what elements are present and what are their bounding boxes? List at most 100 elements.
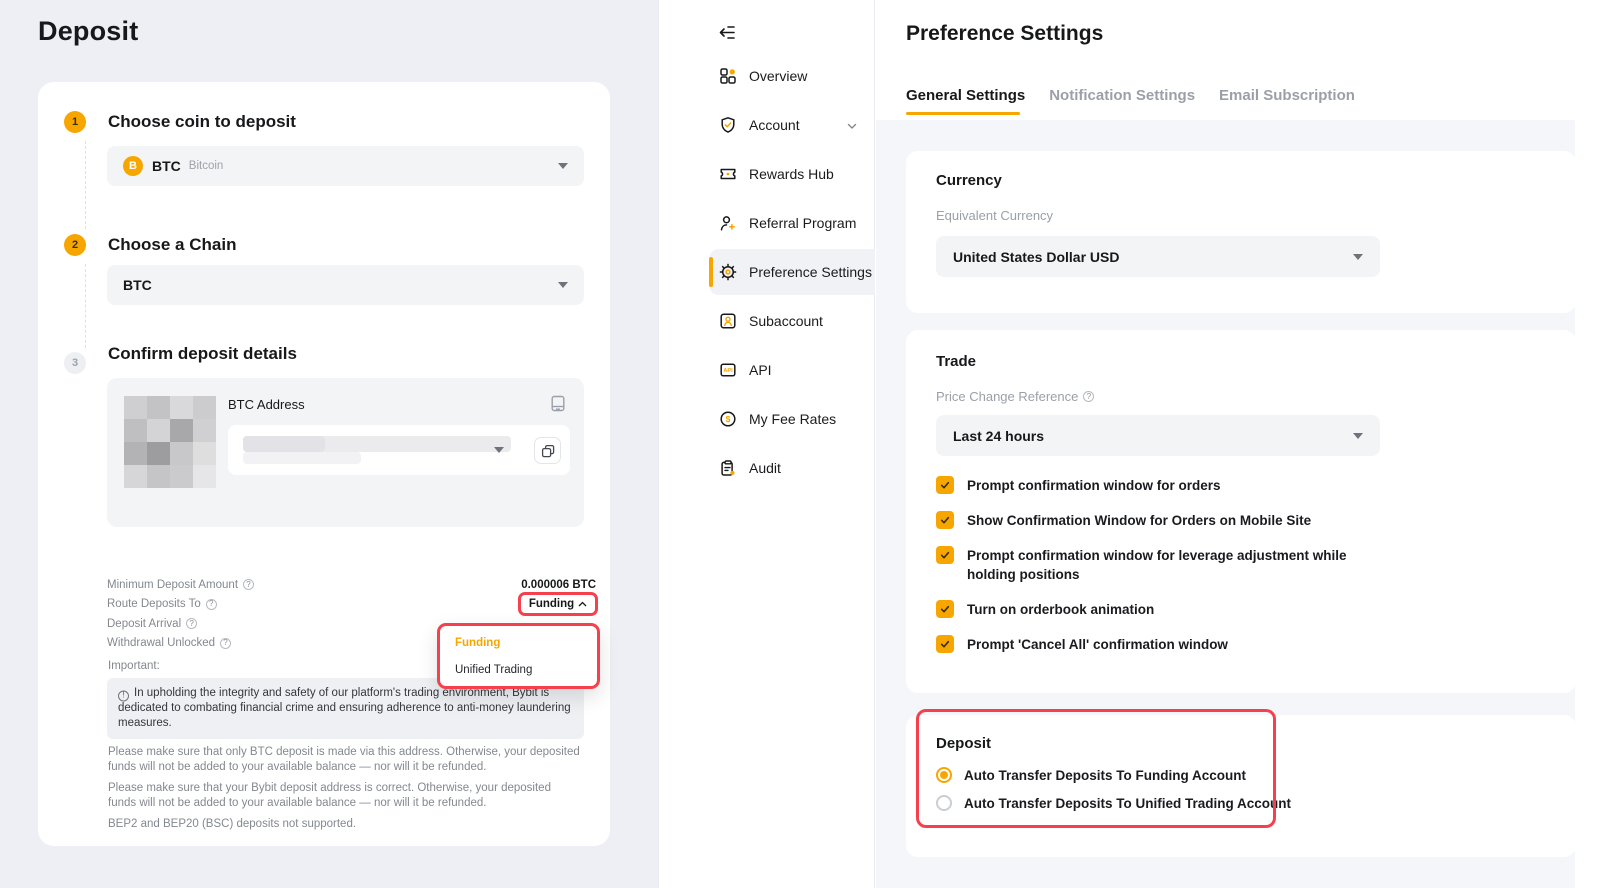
deposit-flow-card: 1 Choose coin to deposit B BTC Bitcoin 2… bbox=[38, 82, 610, 846]
checkbox-label: Turn on orderbook animation bbox=[967, 600, 1154, 619]
detail-label: Withdrawal Unlocked bbox=[107, 637, 215, 649]
check-icon bbox=[939, 514, 951, 526]
checkbox-label: Prompt confirmation window for leverage … bbox=[967, 546, 1392, 584]
deposit-note: Please make sure that your Bybit deposit… bbox=[108, 781, 582, 811]
checkbox-checked[interactable] bbox=[936, 635, 954, 653]
route-deposits-dropdown: Funding Unified Trading bbox=[437, 623, 600, 689]
sidebar-item-label: API bbox=[749, 362, 772, 378]
audit-icon bbox=[719, 459, 737, 477]
btc-address-panel: BTC Address bbox=[107, 378, 584, 527]
equivalent-currency-label: Equivalent Currency bbox=[936, 208, 1053, 223]
check-icon bbox=[939, 479, 951, 491]
sidebar-item-rewards-hub[interactable]: Rewards Hub bbox=[659, 151, 874, 197]
route-deposits-selector[interactable]: Funding bbox=[518, 592, 598, 616]
help-icon[interactable]: ? bbox=[206, 599, 217, 610]
copy-icon bbox=[541, 444, 555, 458]
step-1-badge: 1 bbox=[64, 111, 86, 133]
tab-email-subscription[interactable]: Email Subscription bbox=[1219, 87, 1355, 104]
address-book-icon[interactable] bbox=[550, 395, 566, 417]
checkbox-checked[interactable] bbox=[936, 546, 954, 564]
coin-symbol: BTC bbox=[152, 158, 181, 174]
sidebar-item-label: My Fee Rates bbox=[749, 411, 836, 427]
info-icon: ! bbox=[118, 690, 129, 701]
api-icon: API bbox=[719, 361, 737, 379]
sidebar-item-referral-program[interactable]: Referral Program bbox=[659, 200, 874, 246]
radio-row[interactable]: Auto Transfer Deposits To Unified Tradin… bbox=[936, 795, 1291, 811]
radio-unselected[interactable] bbox=[936, 795, 952, 811]
check-icon bbox=[939, 638, 951, 650]
checkbox-row[interactable]: Turn on orderbook animation bbox=[936, 600, 1546, 619]
rewards-hub-icon bbox=[719, 165, 737, 183]
radio-row[interactable]: Auto Transfer Deposits To Funding Accoun… bbox=[936, 767, 1291, 783]
currency-card-title: Currency bbox=[936, 172, 1002, 189]
equivalent-currency-select[interactable]: United States Dollar USD bbox=[936, 236, 1380, 277]
dropdown-option-funding[interactable]: Funding bbox=[455, 637, 500, 649]
deposit-page: Deposit 1 Choose coin to deposit B BTC B… bbox=[0, 0, 658, 888]
checkbox-row[interactable]: Prompt confirmation window for leverage … bbox=[936, 546, 1546, 584]
currency-card: Currency Equivalent Currency United Stat… bbox=[906, 151, 1576, 313]
chevron-down-icon bbox=[1353, 254, 1363, 260]
settings-tabs: General Settings Notification Settings E… bbox=[906, 87, 1355, 104]
help-icon[interactable]: ? bbox=[186, 618, 197, 629]
chevron-down-icon[interactable] bbox=[846, 119, 858, 137]
chain-select[interactable]: BTC bbox=[107, 265, 584, 305]
help-icon[interactable]: ? bbox=[1083, 391, 1094, 402]
screen: Deposit 1 Choose coin to deposit B BTC B… bbox=[0, 0, 1600, 888]
chain-value: BTC bbox=[123, 277, 152, 293]
chevron-down-icon bbox=[558, 163, 568, 169]
chevron-down-icon bbox=[1353, 433, 1363, 439]
sidebar-item-label: Rewards Hub bbox=[749, 166, 834, 182]
address-blurred bbox=[243, 436, 325, 452]
check-icon bbox=[939, 603, 951, 615]
sidebar-item-audit[interactable]: Audit bbox=[659, 445, 874, 491]
detail-label: Minimum Deposit Amount bbox=[107, 579, 238, 591]
checkbox-checked[interactable] bbox=[936, 476, 954, 494]
sidebar-item-label: Preference Settings bbox=[749, 264, 872, 280]
chevron-up-icon bbox=[578, 601, 587, 607]
svg-text:$: $ bbox=[726, 414, 731, 424]
my-fee-rates-icon: $ bbox=[719, 410, 737, 428]
step-3-badge: 3 bbox=[64, 352, 86, 374]
sidebar-item-label: Referral Program bbox=[749, 215, 856, 231]
dropdown-option-unified-trading[interactable]: Unified Trading bbox=[455, 664, 532, 676]
sidebar-item-preference-settings[interactable]: Preference Settings bbox=[659, 249, 874, 295]
tab-general-settings[interactable]: General Settings bbox=[906, 87, 1025, 104]
collapse-sidebar-icon[interactable] bbox=[717, 24, 737, 46]
checkbox-checked[interactable] bbox=[936, 511, 954, 529]
subaccount-icon bbox=[719, 312, 737, 330]
sidebar-item-subaccount[interactable]: Subaccount bbox=[659, 298, 874, 344]
active-item-bar bbox=[709, 257, 713, 287]
deposit-note: Please make sure that only BTC deposit i… bbox=[108, 745, 582, 775]
sidebar-item-api[interactable]: API API bbox=[659, 347, 874, 393]
help-icon[interactable]: ? bbox=[220, 638, 231, 649]
price-change-reference-select[interactable]: Last 24 hours bbox=[936, 415, 1380, 456]
checkbox-label: Show Confirmation Window for Orders on M… bbox=[967, 511, 1311, 530]
coin-select[interactable]: B BTC Bitcoin bbox=[107, 146, 584, 186]
step-1-title: Choose coin to deposit bbox=[108, 112, 296, 132]
step-3-title: Confirm deposit details bbox=[108, 344, 297, 364]
checkbox-row[interactable]: Show Confirmation Window for Orders on M… bbox=[936, 511, 1546, 530]
copy-address-button[interactable] bbox=[534, 437, 561, 464]
sidebar-item-label: Account bbox=[749, 117, 800, 133]
chevron-down-icon[interactable] bbox=[494, 447, 504, 453]
detail-label: Route Deposits To bbox=[107, 598, 201, 610]
sidebar-item-my-fee-rates[interactable]: $ My Fee Rates bbox=[659, 396, 874, 442]
deposit-note: BEP2 and BEP20 (BSC) deposits not suppor… bbox=[108, 817, 582, 832]
detail-label: Deposit Arrival bbox=[107, 618, 181, 630]
account-icon bbox=[719, 116, 737, 134]
radio-selected[interactable] bbox=[936, 767, 952, 783]
help-icon[interactable]: ? bbox=[243, 579, 254, 590]
checkbox-row[interactable]: Prompt 'Cancel All' confirmation window bbox=[936, 635, 1546, 654]
step-connector bbox=[85, 264, 86, 348]
account-sidebar: Overview Account Rewards Hub Referral Pr… bbox=[658, 0, 875, 888]
tab-notification-settings[interactable]: Notification Settings bbox=[1049, 87, 1195, 104]
radio-label: Auto Transfer Deposits To Unified Tradin… bbox=[964, 796, 1291, 811]
sidebar-item-overview[interactable]: Overview bbox=[659, 53, 874, 99]
active-tab-underline bbox=[906, 112, 1020, 115]
deposit-address-field[interactable] bbox=[228, 425, 570, 475]
checkbox-checked[interactable] bbox=[936, 600, 954, 618]
checkbox-row[interactable]: Prompt confirmation window for orders bbox=[936, 476, 1546, 495]
step-2-title: Choose a Chain bbox=[108, 235, 236, 255]
btc-coin-icon: B bbox=[123, 156, 143, 176]
sidebar-item-account[interactable]: Account bbox=[659, 102, 874, 148]
